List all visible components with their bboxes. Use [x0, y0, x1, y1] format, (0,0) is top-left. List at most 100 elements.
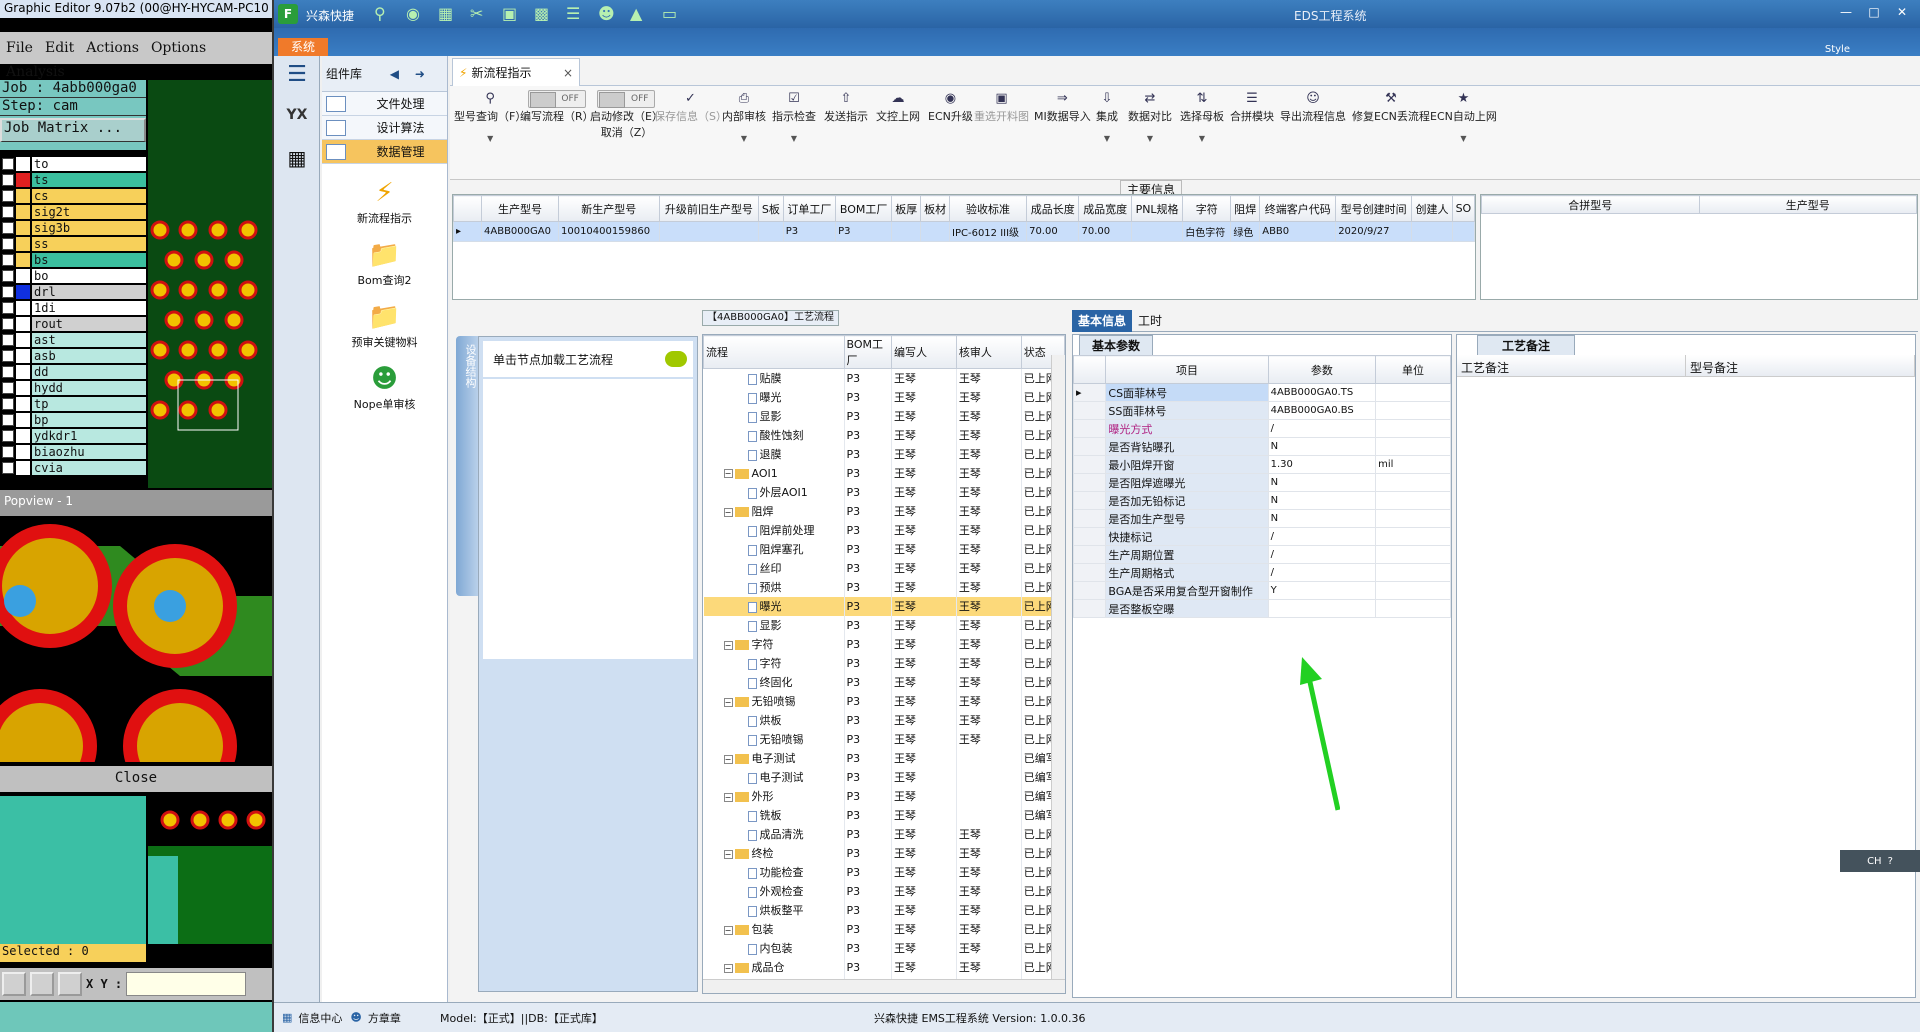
layer-checkbox[interactable]: [2, 206, 14, 218]
table-row[interactable]: 终固化 P3 王琴 王琴 已上网: [703, 672, 1065, 692]
table-row[interactable]: 内包装 P3 王琴 王琴 已上网: [703, 938, 1065, 958]
tree-node[interactable]: 终固化: [703, 672, 845, 692]
note-column-header[interactable]: 工艺备注: [1457, 355, 1686, 376]
param-value[interactable]: N: [1267, 509, 1377, 528]
film-icon[interactable]: ▣: [502, 4, 524, 24]
xy-input[interactable]: [126, 972, 247, 996]
param-value[interactable]: /: [1267, 527, 1377, 546]
right-tab[interactable]: 基本信息: [1072, 310, 1133, 332]
layer-checkbox[interactable]: [2, 366, 14, 378]
toolbar-sublabel[interactable]: 取消（Z）: [590, 124, 663, 140]
layer-checkbox[interactable]: [2, 286, 14, 298]
table-row[interactable]: 电子测试 P3 王琴 已编写: [703, 767, 1065, 787]
tree-node[interactable]: 曝光: [703, 596, 845, 616]
toolbar-button[interactable]: ☑ 指示检查 ▼: [772, 90, 816, 143]
cam-menu-item[interactable]: Actions: [80, 32, 145, 56]
collapse-icon[interactable]: −: [723, 925, 733, 935]
layer-checkbox[interactable]: [2, 350, 14, 362]
column-header[interactable]: 生产型号: [481, 195, 559, 222]
layer-checkbox[interactable]: [2, 398, 14, 410]
flow-tree[interactable]: 流程 BOM工厂 编写人 核审人 状态 贴膜 P3 王琴 王琴 已上网 曝光 P3 王琴 王琴 已上网 显影 P…: [702, 334, 1066, 994]
toolbar-button[interactable]: ★ ECN自动上网 ▼: [1430, 90, 1497, 143]
right-tab[interactable]: 工时: [1132, 310, 1168, 332]
layer-row[interactable]: ss: [0, 236, 146, 252]
toolbar-button[interactable]: ⚒ 修复ECN丢流程: [1352, 90, 1430, 124]
table-row[interactable]: 烘板 P3 王琴 王琴 已上网: [703, 710, 1065, 730]
table-row[interactable]: − 阻焊 P3 王琴 王琴 已上网: [703, 501, 1065, 521]
cam-menu-item[interactable]: Options: [145, 32, 212, 56]
tree-node[interactable]: 显影: [703, 615, 845, 635]
tree-node[interactable]: 内包装: [703, 938, 845, 958]
tree-node[interactable]: − 字符: [703, 634, 845, 654]
mini-view-right[interactable]: [148, 796, 272, 944]
param-value[interactable]: Y: [1267, 581, 1377, 600]
dropdown-arrow-icon[interactable]: ▼: [722, 134, 766, 143]
horizontal-scrollbar[interactable]: [703, 979, 1065, 993]
table-row[interactable]: 显影 P3 王琴 王琴 已上网: [703, 406, 1065, 426]
layer-row[interactable]: dd: [0, 364, 146, 380]
column-header[interactable]: 流程: [703, 335, 845, 369]
table-row[interactable]: − 字符 P3 王琴 王琴 已上网: [703, 634, 1065, 654]
table-row[interactable]: 阻焊前处理 P3 王琴 王琴 已上网: [703, 520, 1065, 540]
toolbar-button[interactable]: ⇅ 选择母板 ▼: [1180, 90, 1224, 143]
toolbar-button[interactable]: OFF 启动修改（E） 取消（Z）: [590, 90, 663, 140]
table-row[interactable]: − 终检 P3 王琴 王琴 已上网: [703, 843, 1065, 863]
column-header[interactable]: 创建人: [1411, 195, 1453, 222]
column-header[interactable]: 板材: [920, 195, 951, 222]
column-header[interactable]: 参数: [1267, 355, 1377, 384]
dropdown-arrow-icon[interactable]: ▼: [1096, 134, 1118, 143]
tree-node[interactable]: 阻焊塞孔: [703, 539, 845, 559]
table-row[interactable]: − 无铅喷锡 P3 王琴 王琴 已上网: [703, 691, 1065, 711]
layer-checkbox[interactable]: [2, 190, 14, 202]
table-row[interactable]: − AOI1 P3 王琴 王琴 已上网: [703, 463, 1065, 483]
table-row[interactable]: 曝光 P3 王琴 王琴 已上网: [703, 596, 1065, 616]
column-header[interactable]: 字符: [1182, 195, 1232, 222]
cam-menu-item[interactable]: File: [0, 32, 39, 56]
style-button[interactable]: Style: [1825, 44, 1850, 55]
layer-row[interactable]: rout: [0, 316, 146, 332]
column-header[interactable]: 新生产型号: [557, 195, 660, 222]
dropdown-arrow-icon[interactable]: ▼: [1430, 134, 1497, 143]
layer-row[interactable]: cs: [0, 188, 146, 204]
table-row[interactable]: 快捷标记 /: [1072, 527, 1451, 546]
tree-node[interactable]: 无铅喷锡: [703, 729, 845, 749]
tool-button-1[interactable]: [2, 972, 26, 996]
column-header[interactable]: 单位: [1375, 355, 1451, 384]
collapse-icon[interactable]: −: [723, 697, 733, 707]
table-row[interactable]: 酸性蚀刻 P3 王琴 王琴 已上网: [703, 425, 1065, 445]
layer-row[interactable]: bp: [0, 412, 146, 428]
toolbar-button[interactable]: ☰ 合拼模块: [1230, 90, 1274, 124]
layer-checkbox[interactable]: [2, 462, 14, 474]
layer-checkbox[interactable]: [2, 414, 14, 426]
node-hint[interactable]: 单击节点加载工艺流程: [483, 341, 693, 377]
layer-row[interactable]: bs: [0, 252, 146, 268]
tree-node[interactable]: 电子测试: [703, 767, 845, 787]
table-row[interactable]: ▸ 4ABB000GA0 10010400159860 P3 P3 IPC-6012 II…: [453, 221, 1476, 242]
column-header[interactable]: 终端客户代码: [1259, 195, 1337, 222]
layer-checkbox[interactable]: [2, 382, 14, 394]
chart-icon[interactable]: ▲: [630, 4, 652, 24]
table-row[interactable]: 最小阻焊开窗 1.30 mil: [1072, 455, 1451, 474]
tree-node[interactable]: 烘板整平: [703, 900, 845, 920]
table-row[interactable]: 铣板 P3 王琴 已编写: [703, 805, 1065, 825]
toolbar-button[interactable]: ⇄ 数据对比 ▼: [1128, 90, 1172, 143]
table-row[interactable]: − 包装 P3 王琴 王琴 已上网: [703, 919, 1065, 939]
process-note-tab[interactable]: 工艺备注: [1477, 335, 1576, 355]
tree-node[interactable]: − 成品仓: [703, 957, 845, 977]
tree-node[interactable]: 酸性蚀刻: [703, 425, 845, 445]
globe-icon[interactable]: ◉: [406, 4, 428, 24]
user-icon[interactable]: ☻: [598, 4, 620, 24]
column-header[interactable]: 升级前旧生产型号: [658, 195, 760, 222]
cam-menu-item[interactable]: Analysis: [0, 56, 71, 80]
toggle-switch[interactable]: OFF: [527, 90, 586, 108]
layer-row[interactable]: 1di: [0, 300, 146, 316]
param-value[interactable]: /: [1267, 419, 1377, 438]
table-row[interactable]: 字符 P3 王琴 王琴 已上网: [703, 653, 1065, 673]
collapse-icon[interactable]: −: [723, 792, 733, 802]
param-value[interactable]: N: [1267, 491, 1377, 510]
table-row[interactable]: BGA是否采用复合型开窗制作 Y: [1072, 581, 1451, 600]
table-row[interactable]: 成品清洗 P3 王琴 王琴 已上网: [703, 824, 1065, 844]
column-header[interactable]: 编写人: [891, 335, 957, 369]
table-row[interactable]: 是否加生产型号 N: [1072, 509, 1451, 528]
column-header[interactable]: SO: [1451, 195, 1476, 222]
